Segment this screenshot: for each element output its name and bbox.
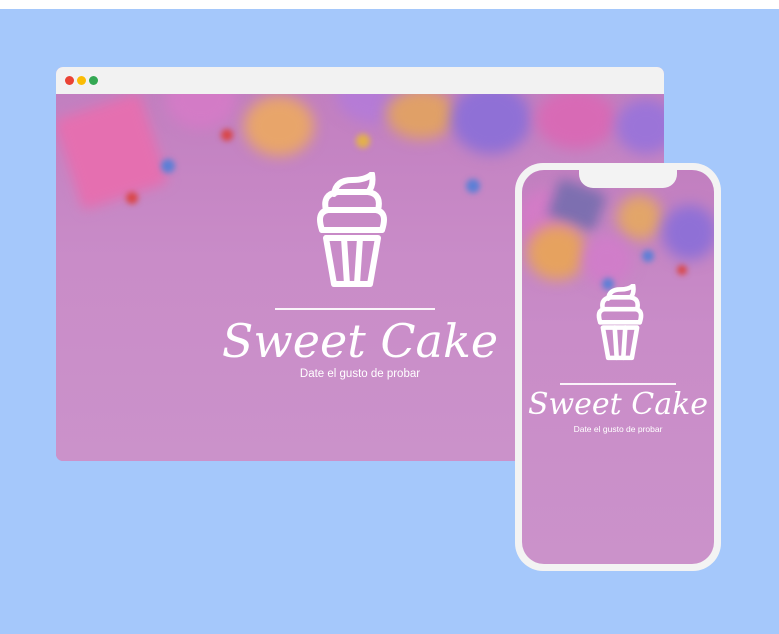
background-macaron xyxy=(527,225,587,280)
window-maximize-dot[interactable] xyxy=(89,76,98,85)
brand-title: Sweet Cake xyxy=(527,387,709,422)
background-macaron xyxy=(451,94,531,154)
window-minimize-dot[interactable] xyxy=(77,76,86,85)
background-gift-box xyxy=(56,94,169,211)
mobile-phone-frame: Sweet Cake Date el gusto de probar xyxy=(515,163,721,571)
stage: Sweet Cake Date el gusto de probar Sweet… xyxy=(0,0,779,634)
cupcake-logo-icon xyxy=(317,172,387,287)
background-macaron xyxy=(617,195,662,240)
background-candy xyxy=(161,159,175,173)
brand-tagline: Date el gusto de probar xyxy=(299,368,421,380)
background-macaron xyxy=(386,94,456,139)
brand-tagline: Date el gusto de probar xyxy=(573,424,663,434)
background-candy xyxy=(642,250,654,262)
background-candy xyxy=(677,265,687,275)
window-close-dot[interactable] xyxy=(65,76,74,85)
cupcake-logo-icon xyxy=(596,284,644,361)
background-macaron xyxy=(244,96,314,156)
background-candy xyxy=(126,192,138,204)
background-candy xyxy=(356,134,370,148)
background-macaron xyxy=(662,205,714,260)
mobile-screen: Sweet Cake Date el gusto de probar xyxy=(522,170,714,564)
logo-divider xyxy=(560,383,676,385)
phone-notch xyxy=(579,170,677,188)
background-candy xyxy=(466,179,480,193)
background-macaron xyxy=(166,94,236,129)
brand-title: Sweet Cake xyxy=(221,314,499,368)
logo-divider xyxy=(275,308,435,310)
browser-title-bar xyxy=(56,67,664,94)
background-macaron xyxy=(536,94,616,149)
background-macaron xyxy=(616,99,664,154)
background-candy xyxy=(221,129,233,141)
